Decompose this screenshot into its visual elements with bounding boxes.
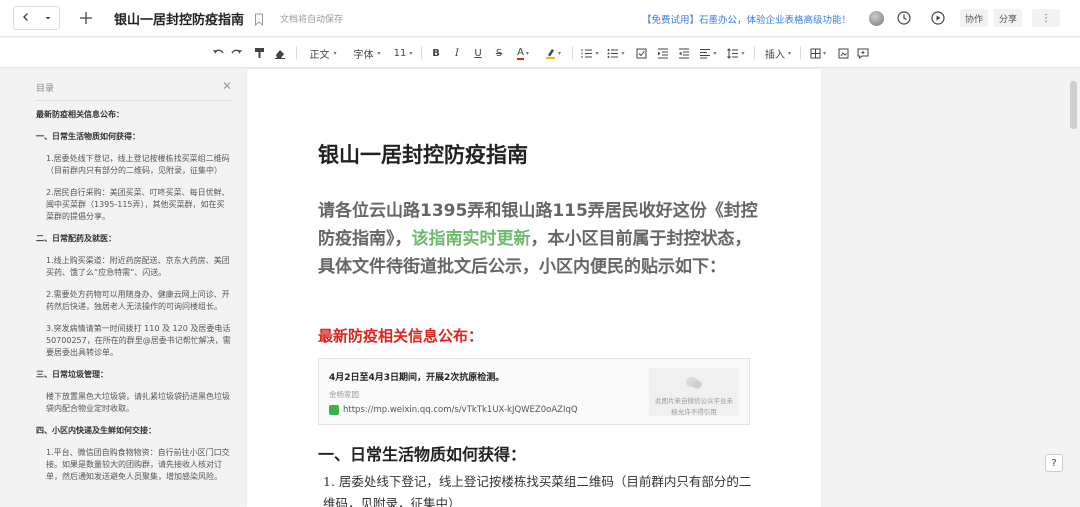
underline-icon[interactable]: U — [472, 45, 484, 61]
top-bar: 银山一居封控防疫指南 文档将自动保存 【免费试用】石墨办公，体验企业表格高级功能… — [0, 0, 1080, 37]
link-card-source: 金杨家园 — [329, 390, 359, 399]
toc-item[interactable]: 一、日常生活物质如何获得： — [36, 131, 232, 143]
format-toolbar: 正文 ▾ 字体 ▾ 11 ▾ B I U S A ▾ ▾ ▾ ▾ ▾ ▾ 插入 ▾ — [0, 38, 1080, 68]
promo-link[interactable]: 【免费试用】石墨办公，体验企业表格高级功能！ — [642, 12, 851, 26]
scrollbar-thumb[interactable] — [1070, 81, 1077, 129]
close-icon[interactable]: ✕ — [222, 79, 232, 93]
toolbar-divider — [572, 46, 573, 60]
comment-icon[interactable] — [856, 45, 870, 61]
scrollbar[interactable] — [1068, 69, 1080, 507]
toolbar-divider — [800, 46, 801, 60]
undo-icon[interactable] — [211, 45, 225, 61]
toolbar-divider — [421, 46, 422, 60]
outdent-icon[interactable] — [677, 45, 691, 61]
toc-item[interactable]: 3.突发病情请第一时间拨打 110 及 120 及居委电话 50700257，在… — [36, 323, 232, 359]
section-heading-latest: 最新防疫相关信息公布： — [318, 327, 484, 345]
text-color-icon[interactable]: A ▾ — [513, 45, 533, 61]
more-menu-icon[interactable]: ⋮ — [1032, 9, 1060, 27]
line-spacing-icon[interactable]: ▾ — [726, 45, 746, 61]
history-icon[interactable] — [893, 7, 915, 29]
share-button[interactable]: 分享 — [994, 9, 1022, 27]
collaborate-button[interactable]: 协作 — [960, 9, 988, 27]
list-item: 1. 居委处线下登记，线上登记按楼栋找买菜组二维码（目前群内只有部分的二维码，见… — [323, 474, 752, 507]
strikethrough-icon[interactable]: S — [493, 45, 505, 61]
checklist-icon[interactable] — [635, 45, 649, 61]
intro-highlight: 该指南实时更新 — [411, 229, 531, 249]
toolbar-divider — [296, 46, 297, 60]
toc-item[interactable]: 楼下放置黑色大垃圾袋，请扎紧垃圾袋扔进黑色垃圾袋内配合物业定时收取。 — [36, 391, 232, 415]
font-family-select[interactable]: 字体 ▾ — [352, 45, 382, 61]
back-icon[interactable] — [21, 11, 31, 26]
indent-icon[interactable] — [656, 45, 670, 61]
caret-down-icon[interactable] — [44, 11, 52, 26]
toc-item[interactable]: 四、小区内快递及生鲜如何交接： — [36, 425, 232, 437]
avatar[interactable] — [869, 11, 884, 26]
redo-icon[interactable] — [230, 45, 244, 61]
image-icon[interactable] — [836, 45, 850, 61]
toc-item[interactable]: 1.居委处线下登记，线上登记按楼栋找买菜组二维码（目前群内只有部分的二维码，见附… — [36, 153, 232, 177]
link-url-text: https://mp.weixin.qq.com/s/vTkTk1UX-kJQW… — [343, 405, 578, 415]
toc-item[interactable]: 2.居民自行采购：美团买菜、叮咚买菜、每日优鲜、闽中买菜群（1395-115弄）… — [36, 187, 232, 223]
toc-header: 目录 ✕ — [36, 79, 232, 101]
clear-format-icon[interactable] — [273, 45, 287, 61]
document-page[interactable]: 银山一居封控防疫指南 请各位云山路1395弄和银山路115弄居民收好这份《封控防… — [247, 69, 821, 507]
highlight-icon[interactable]: ▾ — [543, 45, 563, 61]
document-heading: 银山一居封控防疫指南 — [318, 143, 528, 167]
toc-title: 目录 — [36, 84, 55, 94]
paragraph-style-label: 正文 — [309, 49, 330, 61]
toc-item[interactable]: 1.平台、微信团自购食物物资：自行前往小区门口交接。如果是数量较大的团购群，请先… — [36, 447, 232, 483]
caret-down-icon: ▾ — [409, 49, 413, 57]
autosave-status: 文档将自动保存 — [280, 14, 344, 25]
document-title[interactable]: 银山一居封控防疫指南 — [114, 9, 244, 28]
toc-sidebar: 目录 ✕ 最新防疫相关信息公布： 一、日常生活物质如何获得： 1.居委处线下登记… — [0, 69, 247, 507]
bold-icon[interactable]: B — [430, 45, 442, 61]
caret-down-icon: ▾ — [377, 49, 381, 57]
font-family-label: 字体 — [353, 49, 374, 61]
link-card-thumbnail: 此图片来自微信公众平台未经允许不得引用 — [649, 368, 739, 416]
italic-icon[interactable]: I — [451, 45, 463, 61]
link-card-title: 4月2日至4月3日期间，开展2次抗原检测。 — [329, 373, 505, 383]
table-icon[interactable]: ▾ — [808, 45, 828, 61]
font-size-select[interactable]: 11 ▾ — [392, 45, 414, 61]
intro-paragraph: 请各位云山路1395弄和银山路115弄居民收好这份《封控防疫指南》，该指南实时更… — [318, 197, 758, 281]
toc-item[interactable]: 三、日常垃圾管理： — [36, 369, 232, 381]
help-icon[interactable]: ? — [1045, 454, 1063, 472]
ordered-list-icon[interactable]: ▾ — [580, 45, 600, 61]
toc-list: 最新防疫相关信息公布： 一、日常生活物质如何获得： 1.居委处线下登记，线上登记… — [36, 109, 232, 493]
wechat-icon — [329, 405, 339, 415]
caret-down-icon: ▾ — [333, 49, 337, 57]
toc-item[interactable]: 最新防疫相关信息公布： — [36, 109, 232, 121]
insert-menu[interactable]: 插入 ▾ — [764, 45, 792, 61]
toolbar-divider — [754, 46, 755, 60]
link-card-url[interactable]: https://mp.weixin.qq.com/s/vTkTk1UX-kJQW… — [329, 405, 578, 415]
thumbnail-caption: 此图片来自微信公众平台未经允许不得引用 — [655, 397, 733, 416]
align-icon[interactable]: ▾ — [698, 45, 718, 61]
toc-item[interactable]: 2.需要处方药物可以用随身办、健康云网上问诊、开药然后快递，独居老人无法操作的可… — [36, 289, 232, 313]
nav-group — [13, 6, 60, 30]
bullet-list-icon[interactable]: ▾ — [606, 45, 626, 61]
caret-down-icon: ▾ — [787, 49, 791, 57]
toc-item[interactable]: 1.线上购买渠道：附近药房配送、京东大药房、美团买药、饿了么“应急特需”、闪送。 — [36, 255, 232, 279]
toc-item[interactable]: 二、日常配药及就医： — [36, 233, 232, 245]
plus-icon[interactable] — [74, 6, 98, 30]
section-heading-1: 一、日常生活物质如何获得： — [318, 445, 527, 464]
font-size-label: 11 — [393, 47, 407, 59]
link-card[interactable]: 4月2日至4月3日期间，开展2次抗原检测。 金杨家园 https://mp.we… — [318, 358, 750, 425]
present-icon[interactable] — [927, 7, 949, 29]
paragraph-style-select[interactable]: 正文 ▾ — [308, 45, 338, 61]
format-painter-icon[interactable] — [252, 45, 266, 61]
bookmark-icon[interactable] — [254, 11, 266, 27]
wechat-logo-icon — [686, 377, 702, 389]
insert-label: 插入 — [764, 49, 785, 61]
